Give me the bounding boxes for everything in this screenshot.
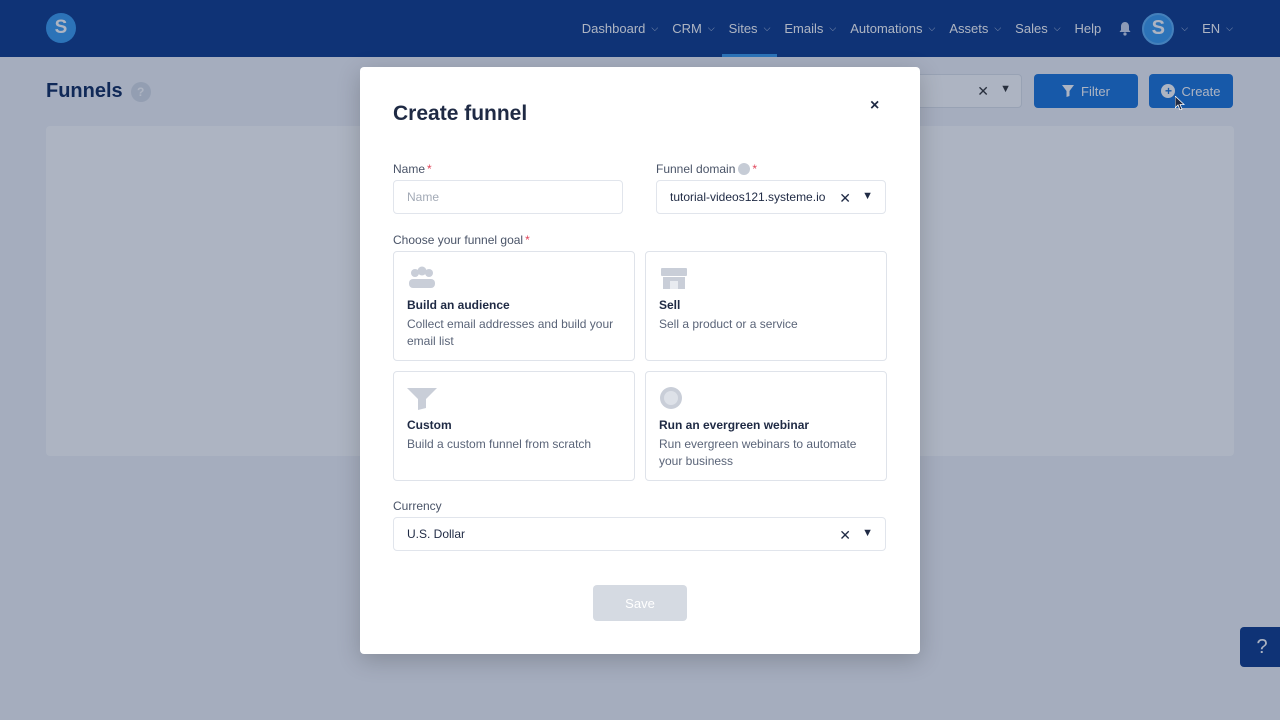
currency-label: Currency bbox=[393, 499, 442, 513]
goal-card-sell[interactable]: Sell Sell a product or a service bbox=[645, 251, 887, 361]
name-label: Name * bbox=[393, 162, 432, 176]
required-mark: * bbox=[525, 233, 530, 247]
funnel-icon bbox=[407, 388, 437, 410]
webinar-icon bbox=[660, 387, 682, 409]
clear-icon[interactable]: ✕ bbox=[839, 190, 851, 207]
domain-label: Funnel domain * bbox=[656, 162, 757, 176]
clear-icon[interactable]: ✕ bbox=[839, 527, 851, 544]
goal-description: Collect email addresses and build your e… bbox=[407, 317, 614, 348]
goal-card-custom[interactable]: Custom Build a custom funnel from scratc… bbox=[393, 371, 635, 481]
domain-value: tutorial-videos121.systeme.io bbox=[670, 190, 826, 204]
goal-description: Run evergreen webinars to automate your … bbox=[659, 437, 857, 468]
goal-card-webinar[interactable]: Run an evergreen webinar Run evergreen w… bbox=[645, 371, 887, 481]
people-icon bbox=[409, 266, 435, 288]
goal-label: Choose your funnel goal * bbox=[393, 233, 530, 247]
create-funnel-modal: Create funnel × Name * Name Funnel domain… bbox=[360, 67, 920, 654]
required-mark: * bbox=[752, 162, 758, 176]
goal-title: Custom bbox=[407, 418, 452, 432]
domain-select[interactable]: tutorial-videos121.systeme.io ✕ ▼ bbox=[656, 180, 886, 214]
modal-title: Create funnel bbox=[393, 102, 528, 125]
goal-title: Sell bbox=[659, 298, 681, 312]
goal-label-text: Choose your funnel goal bbox=[393, 233, 524, 247]
goal-description: Build a custom funnel from scratch bbox=[407, 437, 592, 451]
domain-label-text: Funnel domain bbox=[656, 162, 736, 176]
currency-value: U.S. Dollar bbox=[407, 527, 466, 541]
mouse-cursor-icon bbox=[1175, 96, 1185, 110]
save-button[interactable]: Save bbox=[593, 585, 687, 621]
info-icon[interactable] bbox=[738, 163, 751, 175]
chevron-down-icon[interactable]: ▼ bbox=[862, 190, 873, 202]
goal-title: Build an audience bbox=[407, 298, 510, 312]
name-input[interactable]: Name bbox=[393, 180, 623, 214]
goal-description: Sell a product or a service bbox=[659, 317, 798, 331]
goal-title: Run an evergreen webinar bbox=[659, 418, 810, 432]
store-icon bbox=[661, 268, 687, 289]
chevron-down-icon[interactable]: ▼ bbox=[862, 527, 873, 539]
name-label-text: Name bbox=[393, 162, 426, 176]
required-mark: * bbox=[427, 162, 432, 176]
close-icon[interactable]: × bbox=[870, 97, 879, 115]
name-placeholder: Name bbox=[407, 190, 440, 204]
currency-select[interactable]: U.S. Dollar ✕ ▼ bbox=[393, 517, 886, 551]
goal-card-audience[interactable]: Build an audience Collect email addresse… bbox=[393, 251, 635, 361]
